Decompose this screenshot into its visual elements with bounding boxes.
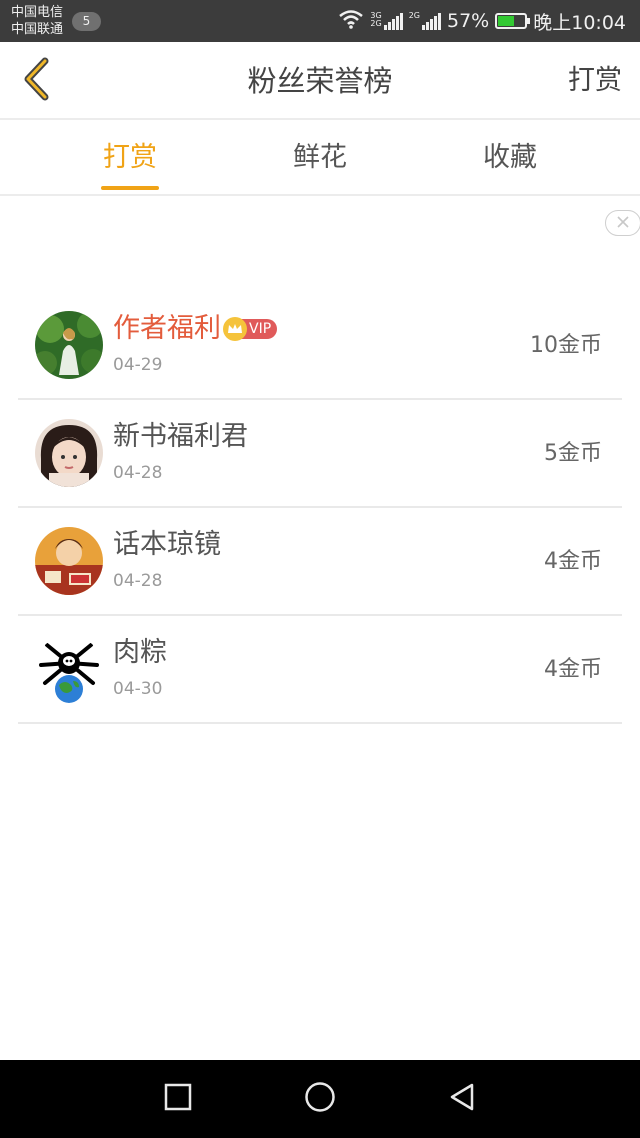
tab-flowers-label: 鲜花 bbox=[293, 142, 347, 173]
fan-name: 新书福利君 bbox=[113, 420, 248, 454]
battery-icon bbox=[495, 13, 531, 29]
carrier-names: 中国电信 中国联通 bbox=[11, 4, 63, 38]
tab-tips-label: 打赏 bbox=[103, 142, 157, 173]
avatar[interactable] bbox=[35, 635, 103, 703]
home-button[interactable] bbox=[300, 1079, 340, 1119]
fan-name-text: 话本琼镜 bbox=[113, 529, 221, 560]
list-item[interactable]: 新书福利君 04-28 5金币 bbox=[18, 400, 622, 508]
net-type-2: 2G bbox=[408, 11, 420, 20]
net-type-1b: 2G bbox=[370, 19, 382, 28]
avatar[interactable] bbox=[35, 419, 103, 487]
square-icon bbox=[164, 1083, 192, 1115]
coin-amount: 4金币 bbox=[544, 549, 602, 574]
wifi-icon bbox=[338, 9, 364, 34]
recent-apps-button[interactable] bbox=[158, 1079, 198, 1119]
fan-date: 04-29 bbox=[113, 355, 163, 375]
tab-favorites-label: 收藏 bbox=[483, 142, 537, 173]
fan-name: 作者福利 VIP bbox=[113, 312, 278, 346]
battery-percent: 57% bbox=[447, 10, 490, 32]
tab-bar: 打赏 鲜花 收藏 bbox=[0, 120, 640, 196]
system-navigation-bar bbox=[0, 1060, 640, 1138]
coin-amount: 5金币 bbox=[544, 441, 602, 466]
notification-badge: 5 bbox=[72, 12, 101, 31]
signal-icon-sim2: 2G bbox=[409, 12, 441, 30]
carrier-2: 中国联通 bbox=[11, 22, 64, 37]
fan-date: 04-28 bbox=[113, 571, 163, 591]
fan-date: 04-30 bbox=[113, 679, 163, 699]
list-item[interactable]: 肉粽 04-30 4金币 bbox=[18, 616, 622, 724]
coin-amount: 4金币 bbox=[544, 657, 602, 682]
close-banner-button[interactable] bbox=[605, 210, 640, 236]
signal-icon-sim1: 3G 2G bbox=[370, 12, 403, 30]
system-back-button[interactable] bbox=[442, 1079, 482, 1119]
list-item[interactable]: 作者福利 VIP 04-29 10金币 bbox=[18, 292, 622, 400]
page-title: 粉丝荣誉榜 bbox=[247, 64, 393, 98]
close-icon bbox=[616, 214, 630, 233]
fan-name-text: 新书福利君 bbox=[113, 421, 248, 452]
vip-badge: VIP bbox=[223, 317, 278, 341]
fan-name: 肉粽 bbox=[113, 636, 167, 670]
fan-date: 04-28 bbox=[113, 463, 163, 483]
carrier-1: 中国电信 bbox=[11, 5, 64, 20]
tab-favorites[interactable]: 收藏 bbox=[450, 120, 570, 194]
avatar[interactable] bbox=[35, 311, 103, 379]
top-navigation-bar: 粉丝荣誉榜 打赏 bbox=[0, 42, 640, 120]
tip-button[interactable]: 打赏 bbox=[568, 42, 622, 120]
tab-flowers[interactable]: 鲜花 bbox=[260, 120, 380, 194]
fan-name-text: 肉粽 bbox=[113, 637, 167, 668]
clock: 晚上10:04 bbox=[533, 11, 626, 34]
list-item[interactable]: 话本琼镜 04-28 4金币 bbox=[18, 508, 622, 616]
circle-icon bbox=[304, 1081, 336, 1117]
fan-name-text: 作者福利 bbox=[113, 313, 221, 344]
back-button[interactable] bbox=[14, 56, 58, 106]
battery-fill bbox=[498, 16, 515, 26]
chevron-left-icon bbox=[21, 57, 51, 105]
crown-icon bbox=[223, 317, 247, 341]
fans-ranking-list: 作者福利 VIP 04-29 10金币 新书福利君 04-28 5金币 话本琼镜… bbox=[18, 292, 622, 724]
status-bar: 中国电信 中国联通 5 3G 2G 2G 57% 晚上10:04 bbox=[0, 0, 640, 42]
coin-amount: 10金币 bbox=[530, 333, 602, 358]
tab-active-indicator bbox=[101, 186, 159, 190]
triangle-back-icon bbox=[448, 1082, 476, 1116]
fan-name: 话本琼镜 bbox=[113, 528, 221, 562]
tab-tips[interactable]: 打赏 bbox=[70, 120, 190, 194]
avatar[interactable] bbox=[35, 527, 103, 595]
